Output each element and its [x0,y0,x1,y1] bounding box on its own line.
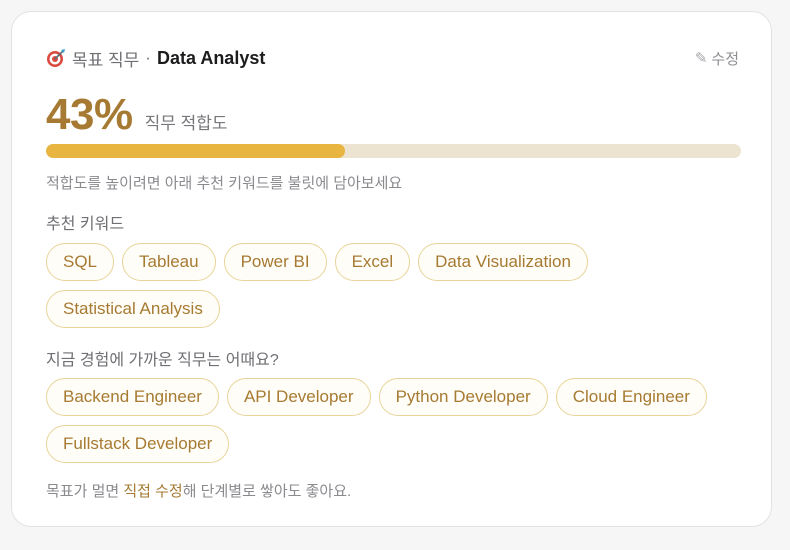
edit-button[interactable]: ✎ 수정 [695,48,739,69]
fit-hint-text: 적합도를 높이려면 아래 추천 키워드를 불릿에 담아보세요 [46,175,403,192]
keywords-label: 추천 키워드 [46,216,125,233]
role-chip[interactable]: API Developer [226,378,371,416]
target-job-name: Data Analyst [156,47,266,68]
footer-prefix: 목표가 멀면 [46,483,124,500]
keyword-chip[interactable]: Statistical Analysis [46,290,220,328]
role-chip[interactable]: Python Developer [378,378,548,416]
role-chip[interactable]: Cloud Engineer [555,378,707,416]
keyword-chip[interactable]: Data Visualization [418,243,588,281]
title-separator: · [145,48,151,67]
direct-edit-link[interactable]: 직접 수정 [123,483,182,500]
edit-label: 수정 [711,50,739,68]
target-job-label: 목표 직무 [72,50,140,70]
job-fit-card: 목표 직무 · Data Analyst ✎ 수정 43% 직무 적합도 적합도… [11,11,772,527]
target-job-title: 목표 직무 · Data Analyst [46,46,265,71]
similar-role-chip-list: Backend Engineer API Developer Python De… [46,378,746,463]
fit-score: 43% 직무 적합도 [46,90,228,140]
keyword-chip[interactable]: SQL [46,243,115,281]
footer-note: 목표가 멀면 직접 수정해 단계별로 쌓아도 좋아요. [46,480,351,501]
target-dart-icon [47,49,65,67]
fit-score-value: 43% [46,90,133,139]
pencil-icon: ✎ [694,50,708,67]
keyword-chip[interactable]: Excel [334,243,411,281]
footer-suffix: 해 단계별로 쌓아도 좋아요. [182,483,352,500]
keyword-chip[interactable]: Tableau [122,243,216,281]
role-chip[interactable]: Backend Engineer [46,378,219,416]
fit-progress-bar [46,144,741,158]
fit-progress-fill [46,144,345,158]
role-chip[interactable]: Fullstack Developer [46,425,230,463]
keyword-chip[interactable]: Power BI [223,243,327,281]
card-header: 목표 직무 · Data Analyst ✎ 수정 [46,45,739,71]
keyword-chip-list: SQL Tableau Power BI Excel Data Visualiz… [46,243,746,328]
similar-roles-label: 지금 경험에 가까운 직무는 어때요? [46,352,279,369]
fit-score-label: 직무 적합도 [144,114,228,133]
